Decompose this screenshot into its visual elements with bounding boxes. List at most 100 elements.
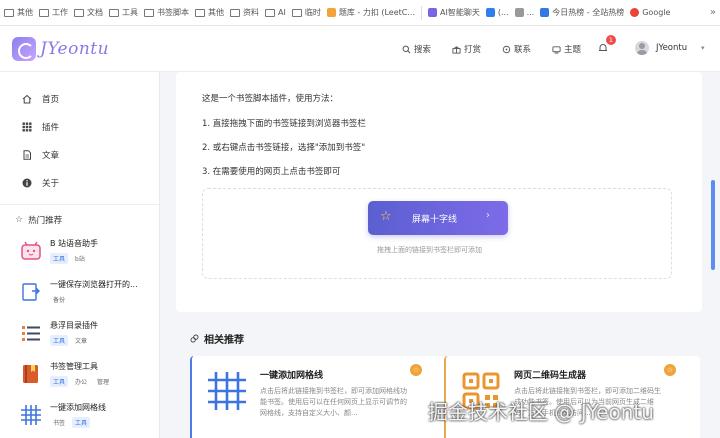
bookmark-folder-8[interactable]: AI [265, 8, 286, 17]
tag: b站 [75, 256, 85, 263]
header-nav: 搜索 打赏 联系 主题 [402, 43, 581, 55]
related-card-desc: 点击后将此链接拖到书签栏，即可添加网格线功能书签。使用后可以在任何网页上显示可调… [260, 387, 407, 417]
sidebar-item-home[interactable]: 首页 [22, 85, 59, 113]
tag: 备份 [53, 297, 66, 304]
usage-step: 1. 直接拖拽下面的书签链接到浏览器书签栏 [202, 119, 366, 129]
bookmark-site-3[interactable]: (... [485, 8, 509, 17]
usage-step: 2. 或右键点击书签链接，选择"添加到书签" [202, 143, 366, 153]
bookmark-hot-list[interactable]: 今日热榜 - 全站热榜 [540, 7, 624, 18]
user-name[interactable]: JYeontu [656, 43, 687, 53]
site-icon [485, 8, 495, 17]
folder-icon [39, 8, 49, 17]
tag: 管理 [97, 379, 110, 386]
grid-icon [22, 122, 32, 132]
notification-badge: 1 [606, 35, 616, 45]
tag: 文章 [75, 338, 88, 345]
nav-theme[interactable]: 主题 [552, 43, 581, 55]
hot-item-name: 一键保存浏览器打开的... [50, 280, 138, 289]
sidebar-item-about[interactable]: 关于 [22, 169, 59, 197]
nav-search[interactable]: 搜索 [402, 43, 431, 55]
chevron-right-icon: › [486, 210, 490, 221]
hot-list: B 站语音助手 工具 b站 一键保存浏览器打开的... 备份 悬浮目录插件 工具文… [20, 238, 156, 438]
related-title: 相关推荐 [190, 331, 244, 346]
tag: 工具 [50, 376, 69, 387]
info-icon [22, 178, 32, 188]
hot-item-bilibili[interactable]: B 站语音助手 工具 b站 [20, 238, 156, 279]
bookmark-folder-2[interactable]: 工作 [39, 7, 68, 18]
grid-lines-icon [21, 405, 41, 425]
sidebar: 首页 插件 文章 关于 ☆ 热门推荐 B 站语音助手 工具 b站 一键保存浏览器… [0, 72, 160, 438]
nav-contact[interactable]: 联系 [502, 43, 531, 55]
bookmark-ai-chat[interactable]: AI智能聊天 [428, 7, 480, 18]
chevron-down-icon[interactable]: ▾ [701, 44, 705, 52]
search-icon [402, 45, 411, 53]
bookmark-site-4[interactable]: ... [514, 8, 534, 17]
related-card-title: 网页二维码生成器 [514, 371, 587, 381]
tag: 办公 [75, 379, 88, 386]
bookmark-folder-9[interactable]: 临时 [291, 7, 321, 18]
bell-icon[interactable] [598, 43, 608, 53]
folder-icon [74, 8, 84, 17]
usage-intro: 这是一个书签脚本插件，使用方法： [202, 94, 339, 104]
bookmark-folder-7[interactable]: 资料 [230, 7, 259, 18]
folder-icon [230, 8, 240, 17]
contact-icon [502, 45, 511, 53]
logo-text: JYeontu [40, 39, 110, 59]
divider [0, 204, 159, 205]
usage-steps: 1. 直接拖拽下面的书签链接到浏览器书签栏 2. 或右键点击书签链接，选择"添加… [202, 117, 366, 177]
sidebar-nav: 首页 插件 文章 关于 [22, 85, 59, 197]
star-badge-icon: ☆ [664, 364, 676, 376]
document-icon [23, 150, 31, 160]
toc-list-icon [22, 326, 40, 341]
nav-donate[interactable]: 打赏 [452, 43, 481, 55]
folder-icon [195, 8, 205, 17]
hot-item-name: 书签管理工具 [50, 362, 98, 371]
bilibili-icon [21, 241, 41, 260]
browser-save-icon [22, 283, 40, 301]
grid-lines-icon [208, 372, 246, 410]
site-logo[interactable]: JYeontu [12, 37, 109, 61]
avatar[interactable] [635, 41, 649, 55]
tag: 工具 [72, 417, 91, 428]
hot-item-save-tabs[interactable]: 一键保存浏览器打开的... 备份 [20, 279, 156, 320]
star-icon: ☆ [380, 209, 392, 224]
bookmark-folder-6[interactable]: 其他 [195, 7, 224, 18]
drag-hint: 拖拽上面的链接到书签栏即可添加 [377, 246, 482, 254]
bookmark-folder-1[interactable]: 其他 [4, 7, 33, 18]
bookmark-folder-3[interactable]: 文档 [74, 7, 103, 18]
site-icon [540, 8, 550, 17]
watermark: 掘金技术社区 @ JYeontu [428, 400, 654, 424]
bookmarks-bar: 其他 工作 文档 工具 书签脚本 其他 资料 AI 临时 题库 - 力扣 (Le… [0, 0, 720, 26]
main-content: 这是一个书签脚本插件，使用方法： 1. 直接拖拽下面的书签链接到浏览器书签栏 2… [176, 72, 704, 438]
related-card-title: 一键添加网格线 [260, 371, 324, 381]
usage-card: 这是一个书签脚本插件，使用方法： 1. 直接拖拽下面的书签链接到浏览器书签栏 2… [176, 72, 702, 312]
hot-item-name: 一键添加网格线 [50, 403, 106, 412]
folder-icon [265, 8, 275, 17]
bookmarklet-button[interactable]: ☆ 屏幕十字线 › [368, 201, 508, 235]
bookmark-drag-zone: ☆ 屏幕十字线 › 拖拽上面的链接到书签栏即可添加 [202, 188, 672, 279]
sidebar-item-plugins[interactable]: 插件 [22, 113, 59, 141]
gift-icon [452, 45, 461, 54]
bookmark-book-icon [23, 365, 38, 383]
site-icon [326, 8, 336, 17]
hot-item-bookmark-manager[interactable]: 书签管理工具 工具 办公 管理 [20, 361, 156, 402]
bookmark-folder-5[interactable]: 书签脚本 [144, 7, 189, 18]
site-icon [514, 8, 524, 17]
star-icon: ☆ [15, 215, 24, 225]
more-bookmarks-icon[interactable]: » [710, 7, 716, 18]
related-card[interactable]: 一键添加网格线 点击后将此链接拖到书签栏，即可添加网格线功能书签。使用后可以在任… [190, 356, 446, 438]
bookmarklet-label: 屏幕十字线 [412, 215, 458, 225]
hot-item-grid-lines[interactable]: 一键添加网格线 书签 工具 [20, 402, 156, 438]
usage-step: 3. 在需要使用的网页上点击书签即可 [202, 167, 341, 177]
sidebar-item-articles[interactable]: 文章 [22, 141, 59, 169]
folder-icon [109, 8, 119, 17]
hot-item-floating-toc[interactable]: 悬浮目录插件 工具 文章 [20, 320, 156, 361]
bookmark-folder-4[interactable]: 工具 [109, 7, 138, 18]
bookmark-google[interactable]: Google [630, 8, 670, 17]
theme-icon [552, 45, 561, 54]
tag: 书签 [53, 420, 66, 427]
page-scrollbar[interactable] [711, 180, 715, 270]
hot-item-name: 悬浮目录插件 [50, 321, 98, 330]
link-icon [190, 334, 199, 343]
bookmark-leetcode[interactable]: 题库 - 力扣 (LeetC... [326, 7, 415, 18]
